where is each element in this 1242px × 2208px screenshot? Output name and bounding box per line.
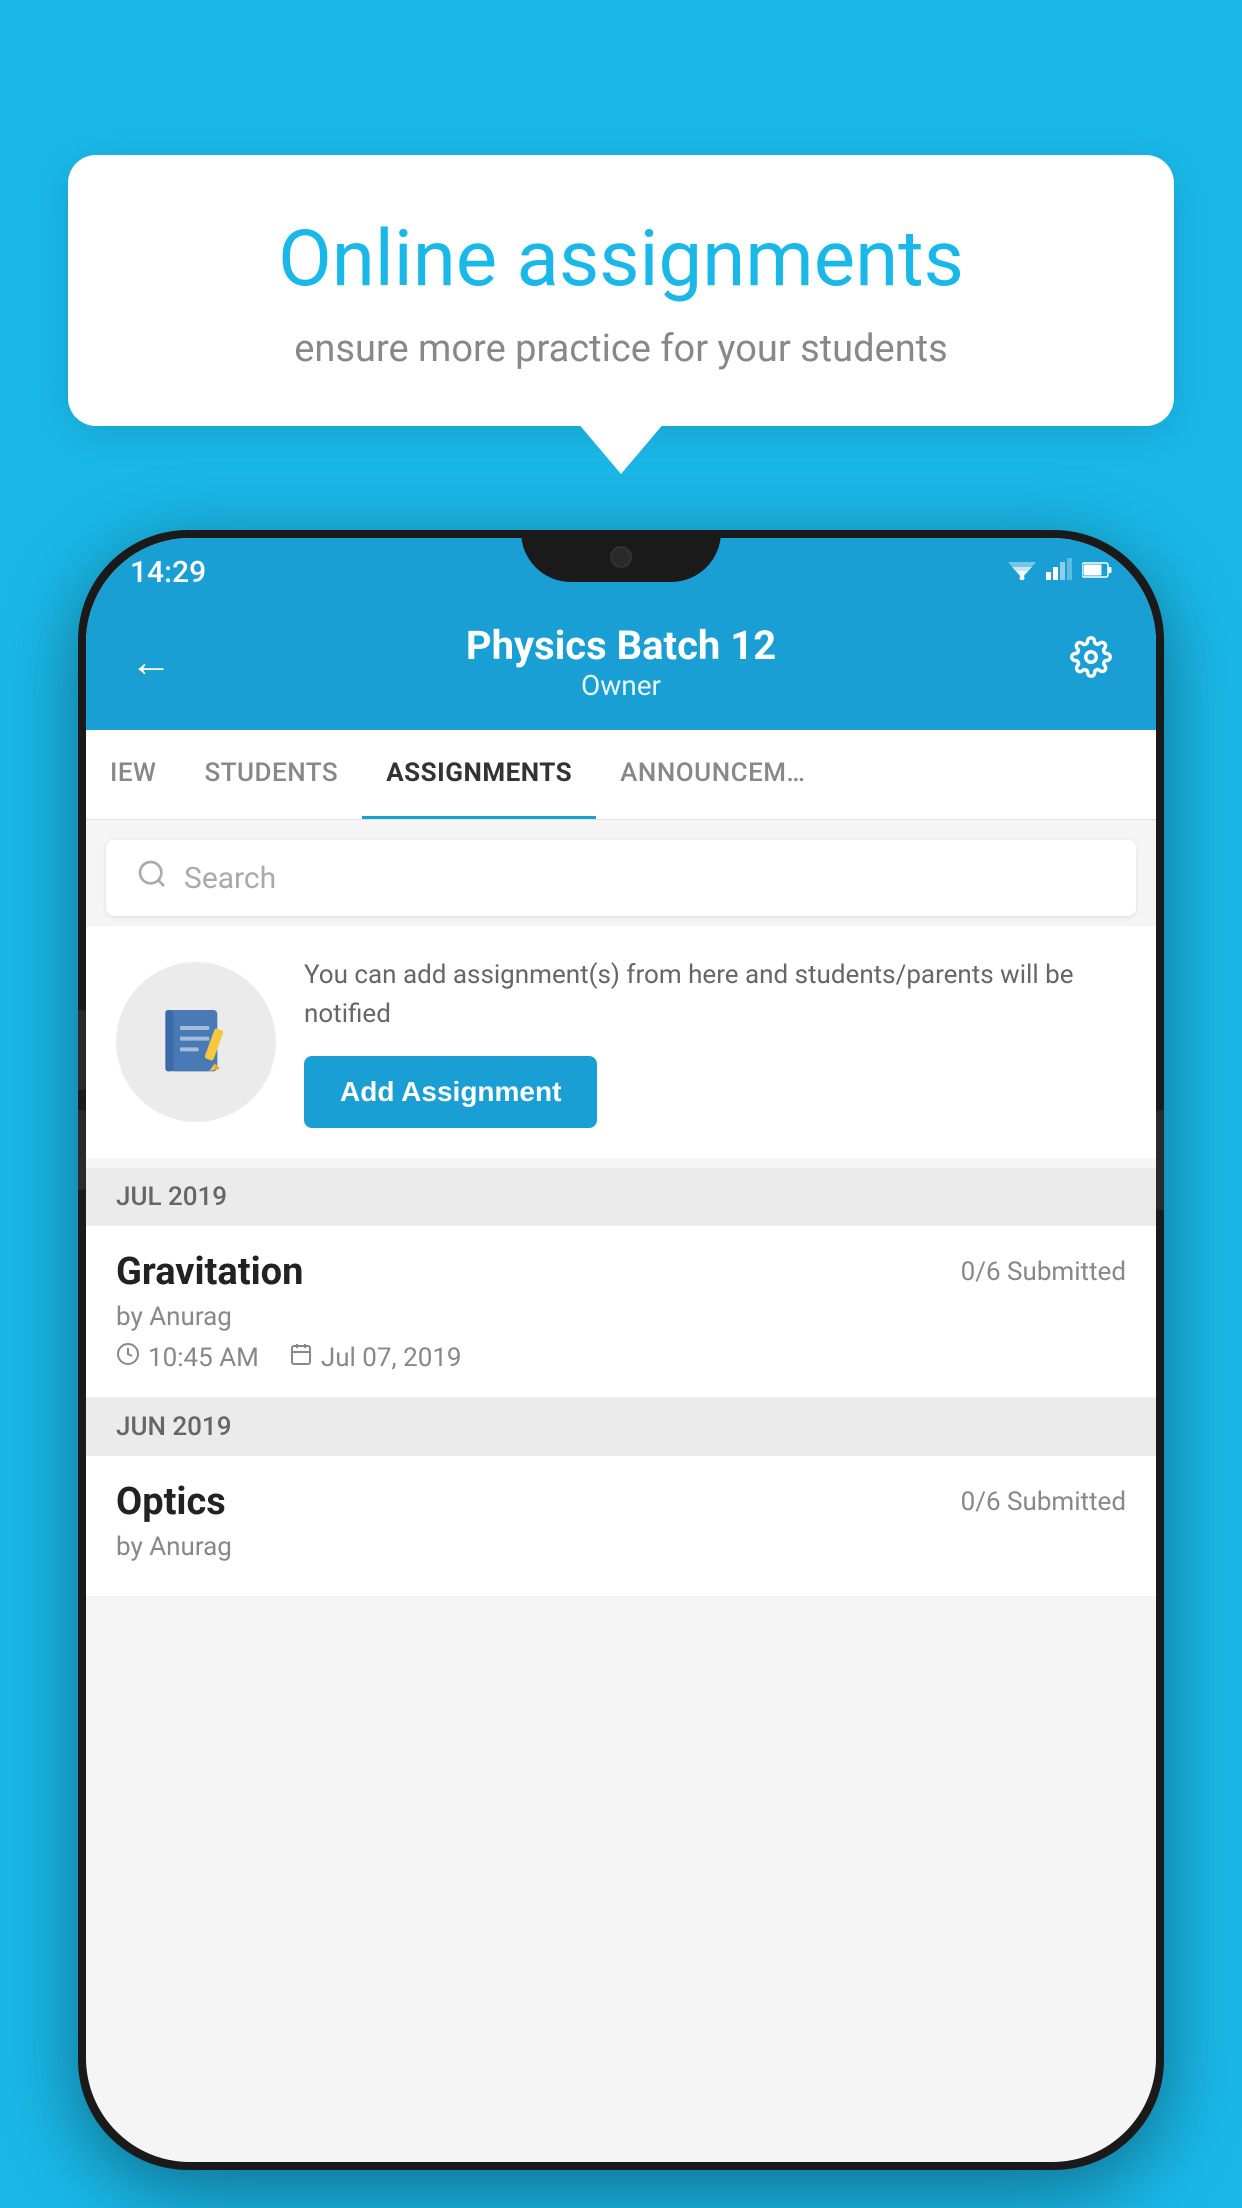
assignment-item-top: Gravitation 0/6 Submitted: [116, 1250, 1126, 1294]
signal-icon: [1046, 558, 1072, 586]
tabs-bar: IEW STUDENTS ASSIGNMENTS ANNOUNCEM…: [86, 730, 1156, 820]
add-assignment-card: You can add assignment(s) from here and …: [86, 926, 1156, 1158]
settings-button[interactable]: [1052, 636, 1112, 688]
tab-assignments[interactable]: ASSIGNMENTS: [362, 730, 596, 819]
add-assignment-button[interactable]: Add Assignment: [304, 1056, 597, 1128]
calendar-icon: [289, 1342, 313, 1373]
tooltip-subtitle: ensure more practice for your students: [138, 327, 1104, 371]
battery-icon: [1082, 560, 1112, 585]
status-time: 14:29: [130, 555, 206, 590]
search-placeholder: Search: [184, 861, 276, 896]
assignment-by: by Anurag: [116, 1302, 1126, 1332]
clock-icon: [116, 1342, 140, 1373]
assignment-time: 10:45 AM: [148, 1343, 259, 1373]
volume-up-button: [78, 1010, 86, 1090]
status-icons: [1008, 558, 1112, 586]
assignment-submitted: 0/6 Submitted: [961, 1257, 1126, 1287]
month-header-jul: JUL 2019: [86, 1168, 1156, 1226]
power-button: [1156, 1110, 1164, 1210]
assignment-date: Jul 07, 2019: [321, 1343, 462, 1373]
meta-date: Jul 07, 2019: [289, 1342, 462, 1373]
phone-frame: 14:29: [78, 530, 1164, 2170]
search-icon: [136, 858, 168, 898]
assignment-name: Gravitation: [116, 1250, 303, 1294]
tooltip-title: Online assignments: [138, 215, 1104, 305]
phone-notch: [521, 530, 721, 582]
add-assignment-text-wrap: You can add assignment(s) from here and …: [304, 956, 1126, 1128]
app-header: ← Physics Batch 12 Owner: [86, 606, 1156, 730]
tab-iew[interactable]: IEW: [86, 730, 180, 819]
header-subtitle: Owner: [190, 669, 1052, 702]
tab-students[interactable]: STUDENTS: [180, 730, 362, 819]
assignment-item-optics[interactable]: Optics 0/6 Submitted by Anurag: [86, 1456, 1156, 1597]
assignment-name-optics: Optics: [116, 1480, 226, 1524]
phone-screen: 14:29: [86, 538, 1156, 2162]
meta-time: 10:45 AM: [116, 1342, 259, 1373]
assignment-submitted-optics: 0/6 Submitted: [961, 1487, 1126, 1517]
volume-down-button: [78, 1110, 86, 1190]
tooltip-card: Online assignments ensure more practice …: [68, 155, 1174, 426]
assignment-item-top-optics: Optics 0/6 Submitted: [116, 1480, 1126, 1524]
camera-dot: [610, 546, 632, 568]
header-title: Physics Batch 12: [190, 622, 1052, 669]
month-header-jun: JUN 2019: [86, 1398, 1156, 1456]
assignment-icon-circle: [116, 962, 276, 1122]
assignment-item-gravitation[interactable]: Gravitation 0/6 Submitted by Anurag 10:4…: [86, 1226, 1156, 1398]
back-button[interactable]: ←: [130, 638, 190, 687]
wifi-icon: [1008, 558, 1036, 586]
header-title-wrap: Physics Batch 12 Owner: [190, 622, 1052, 702]
assignment-meta: 10:45 AM Jul 07, 2019: [116, 1342, 1126, 1373]
search-container[interactable]: Search: [106, 840, 1136, 916]
notebook-icon: [156, 1002, 236, 1082]
tab-announcements[interactable]: ANNOUNCEM…: [596, 730, 829, 819]
assignment-by-optics: by Anurag: [116, 1532, 1126, 1562]
add-assignment-description: You can add assignment(s) from here and …: [304, 956, 1126, 1034]
